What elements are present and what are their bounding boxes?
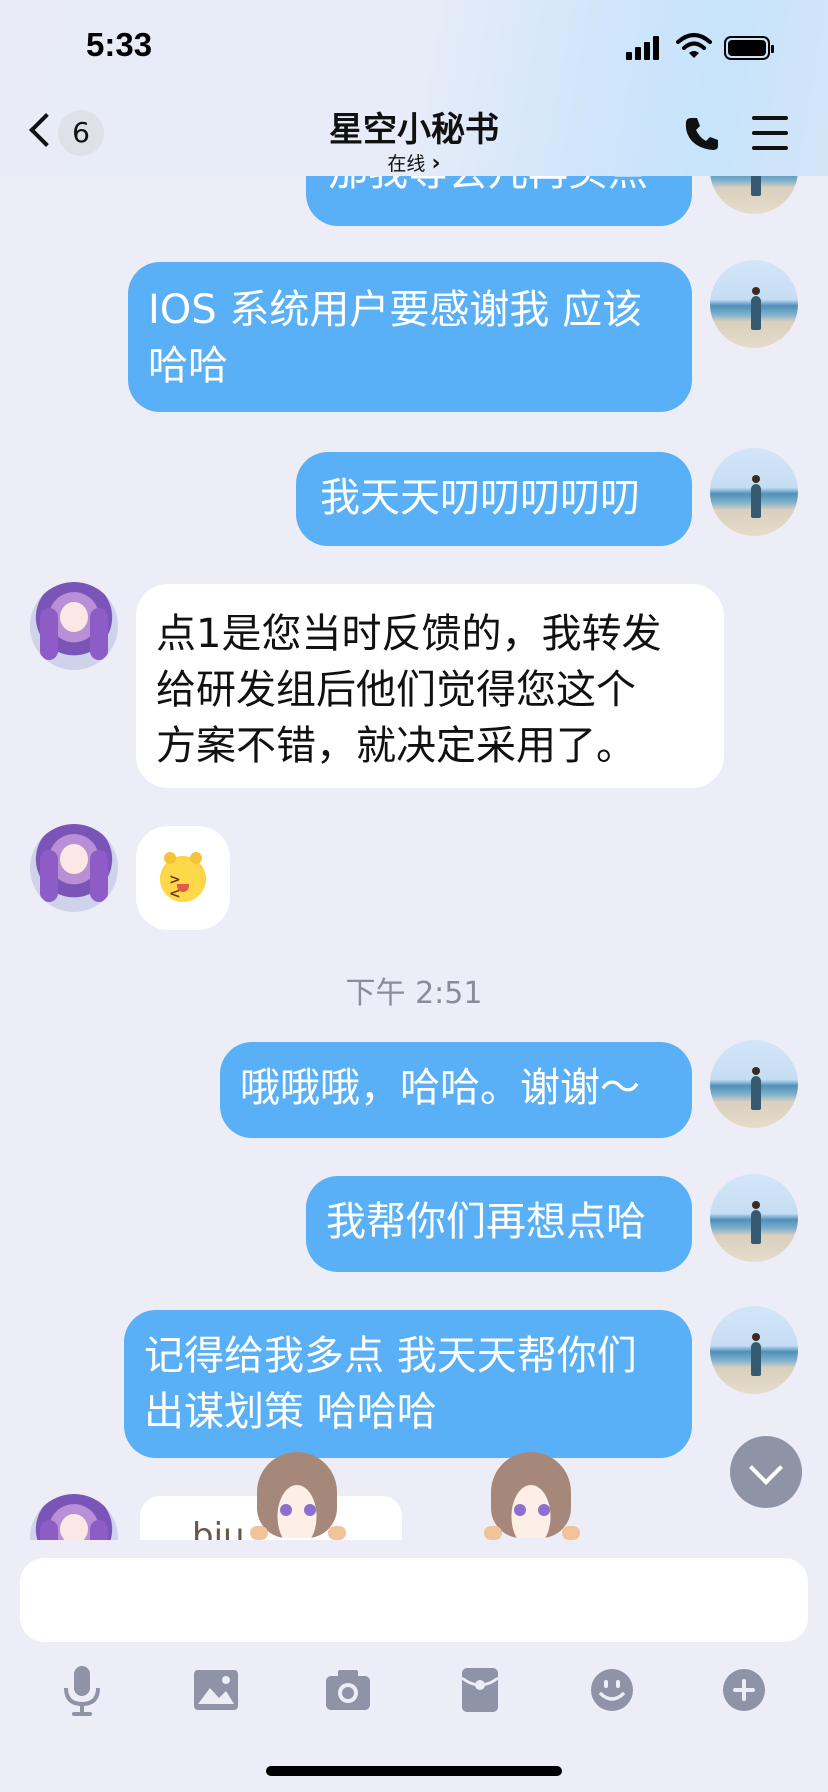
my-avatar[interactable] <box>710 1306 798 1394</box>
phone-call-icon[interactable] <box>682 114 722 154</box>
message-text: 点1是您当时反馈的，我转发 <box>156 611 662 657</box>
message-text: 记得给我多点 我天天帮你们 <box>144 1333 637 1379</box>
menu-icon[interactable] <box>752 116 792 150</box>
laughing-face-icon: > < <box>160 852 206 902</box>
message-text: 给研发组后他们觉得您这个 <box>156 667 636 713</box>
message-input[interactable] <box>20 1558 808 1642</box>
message-text: 我帮你们再想点哈 <box>326 1199 646 1245</box>
chat-messages-area[interactable]: 那我等会儿再买点 IOS 系统用户要感谢我 应该 哈哈 我天天叨叨叨叨叨 点1是… <box>0 0 828 1540</box>
message-text: 方案不错，就决定采用了。 <box>156 723 636 769</box>
message-text: 哈哈 <box>148 343 228 389</box>
red-packet-icon[interactable] <box>450 1660 510 1720</box>
bot-emoji-bubble[interactable]: > < <box>136 826 230 930</box>
my-message-bubble[interactable]: 哦哦哦，哈哈。谢谢～ <box>220 1042 692 1138</box>
signal-icon <box>626 30 666 66</box>
home-indicator[interactable] <box>266 1766 562 1776</box>
message-text: 我天天叨叨叨叨叨 <box>320 475 640 521</box>
chevron-right-icon: › <box>431 151 441 176</box>
bot-avatar[interactable] <box>30 582 118 670</box>
sticker-girl-left <box>250 1452 346 1540</box>
online-status-text: 在线 <box>387 153 426 175</box>
bot-avatar[interactable] <box>30 1494 118 1540</box>
my-avatar[interactable] <box>710 1174 798 1262</box>
sticker-girl-right <box>484 1452 580 1540</box>
my-message-bubble[interactable]: 我帮你们再想点哈 <box>306 1176 692 1272</box>
image-icon[interactable] <box>186 1660 246 1720</box>
message-text: 哦哦哦，哈哈。谢谢～ <box>240 1065 640 1111</box>
my-avatar[interactable] <box>710 260 798 348</box>
sticker-text: biu <box>192 1516 245 1540</box>
wifi-icon <box>676 33 712 58</box>
emoji-icon[interactable] <box>582 1660 642 1720</box>
input-area <box>0 1540 828 1792</box>
camera-icon[interactable] <box>318 1660 378 1720</box>
plus-icon[interactable] <box>714 1660 774 1720</box>
time-separator: 下午 2:51 <box>345 976 483 1011</box>
status-time: 5:33 <box>86 26 153 63</box>
my-message-bubble[interactable]: 我天天叨叨叨叨叨 <box>296 452 692 546</box>
my-avatar[interactable] <box>710 1040 798 1128</box>
scroll-to-bottom-button[interactable] <box>730 1436 802 1508</box>
my-message-bubble[interactable]: 记得给我多点 我天天帮你们 出谋划策 哈哈哈 <box>124 1310 692 1458</box>
battery-icon <box>724 36 774 60</box>
message-text: 出谋划策 哈哈哈 <box>144 1389 437 1435</box>
bot-message-bubble[interactable]: 点1是您当时反馈的，我转发 给研发组后他们觉得您这个 方案不错，就决定采用了。 <box>136 584 724 788</box>
message-text: IOS 系统用户要感谢我 应该 <box>148 287 643 333</box>
my-avatar[interactable] <box>710 448 798 536</box>
my-message-bubble[interactable]: IOS 系统用户要感谢我 应该 哈哈 <box>128 262 692 412</box>
microphone-icon[interactable] <box>52 1660 112 1720</box>
chat-header: 5:33 6 星空小秘书 在线 › <box>0 0 828 176</box>
bot-avatar[interactable] <box>30 824 118 912</box>
status-icons <box>626 30 776 66</box>
